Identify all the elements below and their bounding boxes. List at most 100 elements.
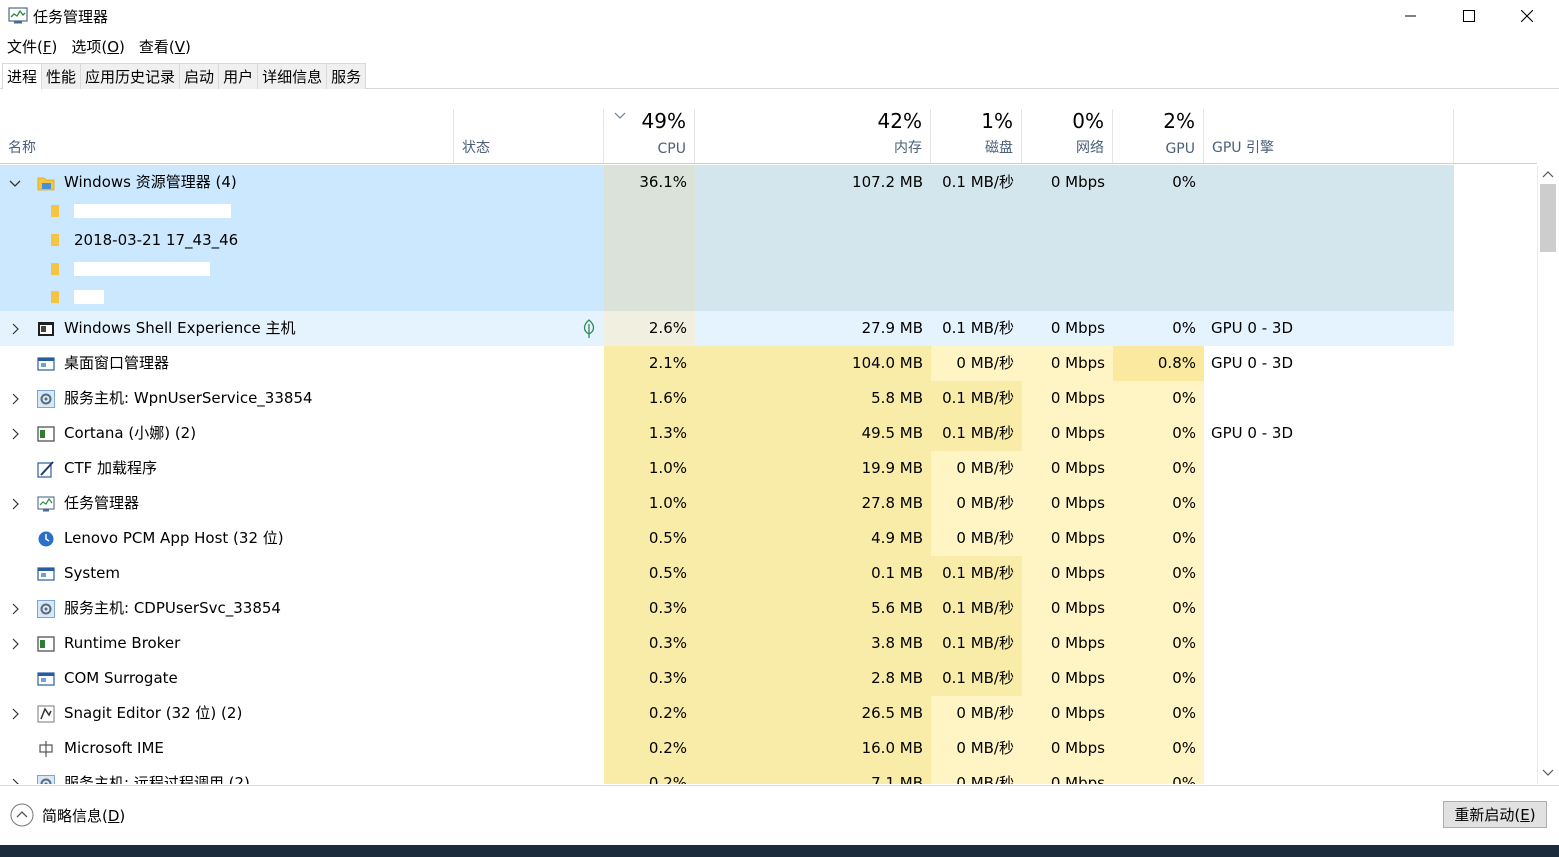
table-row[interactable]: Snagit Editor (32 位) (2) 0.2% 26.5 MB 0 … — [0, 696, 1537, 731]
table-row[interactable]: Windows Shell Experience 主机 2.6% 27.9 MB… — [0, 311, 1537, 346]
table-row[interactable]: 桌面窗口管理器 2.1% 104.0 MB 0 MB/秒 0 Mbps 0.8%… — [0, 346, 1537, 381]
process-name: Windows Shell Experience 主机 — [64, 319, 296, 337]
scrollbar-thumb[interactable] — [1540, 184, 1556, 252]
tab-startup[interactable]: 启动 — [179, 63, 220, 89]
table-row[interactable]: Microsoft IME 0.2% 16.0 MB 0 MB/秒 0 Mbps… — [0, 731, 1537, 766]
gear-icon — [37, 600, 55, 618]
footer: 简略信息(D) 重新启动(E) — [0, 785, 1559, 845]
app-icon — [37, 567, 55, 581]
maximize-button[interactable] — [1440, 0, 1498, 32]
column-status[interactable]: 状态 — [454, 109, 604, 163]
table-row[interactable]: Lenovo PCM App Host (32 位) 0.5% 4.9 MB 0… — [0, 521, 1537, 556]
table-row[interactable]: Runtime Broker 0.3% 3.8 MB 0.1 MB/秒 0 Mb… — [0, 626, 1537, 661]
folder-icon — [51, 291, 59, 303]
process-name: Snagit Editor (32 位) (2) — [64, 704, 243, 722]
process-name: Windows 资源管理器 (4) — [64, 173, 237, 191]
expand-chevron-icon[interactable] — [9, 393, 21, 405]
close-button[interactable] — [1498, 0, 1556, 32]
column-network[interactable]: 0% 网络 — [1022, 109, 1113, 163]
table-row[interactable]: System 0.5% 0.1 MB 0.1 MB/秒 0 Mbps 0% — [0, 556, 1537, 591]
taskbar-edge — [0, 845, 1559, 857]
column-gpu[interactable]: 2% GPU — [1113, 109, 1204, 163]
cpu-total: 49% — [641, 109, 686, 133]
process-name: Microsoft IME — [64, 739, 164, 757]
table-row[interactable]: 服务主机: 远程过程调用 (2) 0.2% 7.1 MB 0 MB/秒 0 Mb… — [0, 766, 1537, 784]
list-item[interactable] — [0, 255, 604, 283]
collapse-chevron-icon[interactable] — [9, 177, 21, 189]
scroll-down-icon[interactable] — [1542, 769, 1554, 777]
column-cpu[interactable]: 49% CPU — [604, 109, 695, 163]
sort-descending-icon — [614, 112, 626, 119]
process-name: 服务主机: WpnUserService_33854 — [64, 389, 313, 407]
tab-app-history[interactable]: 应用历史记录 — [80, 63, 181, 89]
vertical-scrollbar[interactable] — [1537, 165, 1557, 784]
redacted-name — [74, 262, 210, 276]
folder-icon — [37, 177, 55, 191]
app-icon — [37, 426, 55, 442]
task-manager-icon — [8, 7, 28, 24]
process-name: Lenovo PCM App Host (32 位) — [64, 529, 284, 547]
process-name: Runtime Broker — [64, 634, 181, 652]
column-disk[interactable]: 1% 磁盘 — [931, 109, 1022, 163]
menu-file[interactable]: 文件(F) — [0, 36, 64, 58]
window-icon — [38, 322, 54, 336]
column-header: 名称 状态 49% CPU 42% 内存 1% 磁盘 0% 网络 2% GPU … — [0, 109, 1537, 164]
fewer-details-button[interactable]: 简略信息(D) — [10, 803, 125, 827]
table-row[interactable]: CTF 加载程序 1.0% 19.9 MB 0 MB/秒 0 Mbps 0% — [0, 451, 1537, 486]
restart-button[interactable]: 重新启动(E) — [1443, 801, 1547, 828]
column-gpu-engine[interactable]: GPU 引擎 — [1204, 109, 1454, 163]
table-row[interactable]: 服务主机: CDPUserSvc_33854 0.3% 5.6 MB 0.1 M… — [0, 591, 1537, 626]
column-memory[interactable]: 42% 内存 — [695, 109, 931, 163]
gear-icon — [37, 775, 55, 784]
menu-bar: 文件(F) 选项(O) 查看(V) — [0, 36, 198, 58]
gpu-total: 2% — [1163, 109, 1195, 133]
memory-total: 42% — [877, 109, 922, 133]
pen-icon — [37, 461, 54, 478]
expand-chevron-icon[interactable] — [9, 708, 21, 720]
maximize-icon — [1463, 10, 1475, 22]
menu-view[interactable]: 查看(V) — [132, 36, 198, 58]
process-list: Windows 资源管理器 (4) 36.1% 107.2 MB 0.1 MB/… — [0, 165, 1537, 784]
process-name: System — [64, 564, 120, 582]
app-icon — [37, 636, 55, 652]
expand-chevron-icon[interactable] — [9, 428, 21, 440]
scroll-up-icon[interactable] — [1542, 170, 1554, 178]
process-name: 任务管理器 — [64, 494, 140, 512]
process-name: 服务主机: 远程过程调用 (2) — [64, 774, 250, 784]
expand-chevron-icon[interactable] — [9, 323, 21, 335]
tab-users[interactable]: 用户 — [218, 63, 259, 89]
menu-options[interactable]: 选项(O) — [64, 36, 132, 58]
process-name: 服务主机: CDPUserSvc_33854 — [64, 599, 281, 617]
minimize-button[interactable] — [1382, 0, 1440, 32]
expand-chevron-icon[interactable] — [9, 603, 21, 615]
expand-chevron-icon[interactable] — [9, 498, 21, 510]
leaf-suspended-icon — [583, 319, 595, 338]
process-name: 桌面窗口管理器 — [64, 354, 170, 372]
clock-icon — [38, 531, 54, 547]
network-total: 0% — [1072, 109, 1104, 133]
tab-details[interactable]: 详细信息 — [257, 63, 328, 89]
expand-chevron-icon[interactable] — [9, 778, 21, 784]
disk-total: 1% — [981, 109, 1013, 133]
list-item[interactable]: 2018-03-21 17_43_46 — [0, 226, 604, 254]
table-row[interactable]: 任务管理器 1.0% 27.8 MB 0 MB/秒 0 Mbps 0% — [0, 486, 1537, 521]
window-title: 任务管理器 — [33, 8, 109, 26]
tab-processes[interactable]: 进程 — [2, 63, 43, 90]
snagit-icon — [37, 705, 55, 723]
tab-performance[interactable]: 性能 — [41, 63, 82, 89]
redacted-name — [74, 204, 231, 218]
tab-services[interactable]: 服务 — [326, 63, 367, 89]
folder-icon — [51, 205, 59, 217]
table-row[interactable]: 服务主机: WpnUserService_33854 1.6% 5.8 MB 0… — [0, 381, 1537, 416]
column-name[interactable]: 名称 — [0, 109, 454, 163]
list-item[interactable] — [0, 197, 604, 225]
folder-icon — [51, 234, 59, 246]
app-icon — [37, 357, 55, 371]
app-icon — [37, 672, 55, 686]
table-row[interactable]: Cortana (小娜) (2) 1.3% 49.5 MB 0.1 MB/秒 0… — [0, 416, 1537, 451]
table-row[interactable]: Windows 资源管理器 (4) 36.1% 107.2 MB 0.1 MB/… — [0, 165, 1537, 311]
redacted-name — [74, 290, 104, 304]
list-item[interactable] — [0, 283, 604, 311]
table-row[interactable]: COM Surrogate 0.3% 2.8 MB 0.1 MB/秒 0 Mbp… — [0, 661, 1537, 696]
expand-chevron-icon[interactable] — [9, 638, 21, 650]
